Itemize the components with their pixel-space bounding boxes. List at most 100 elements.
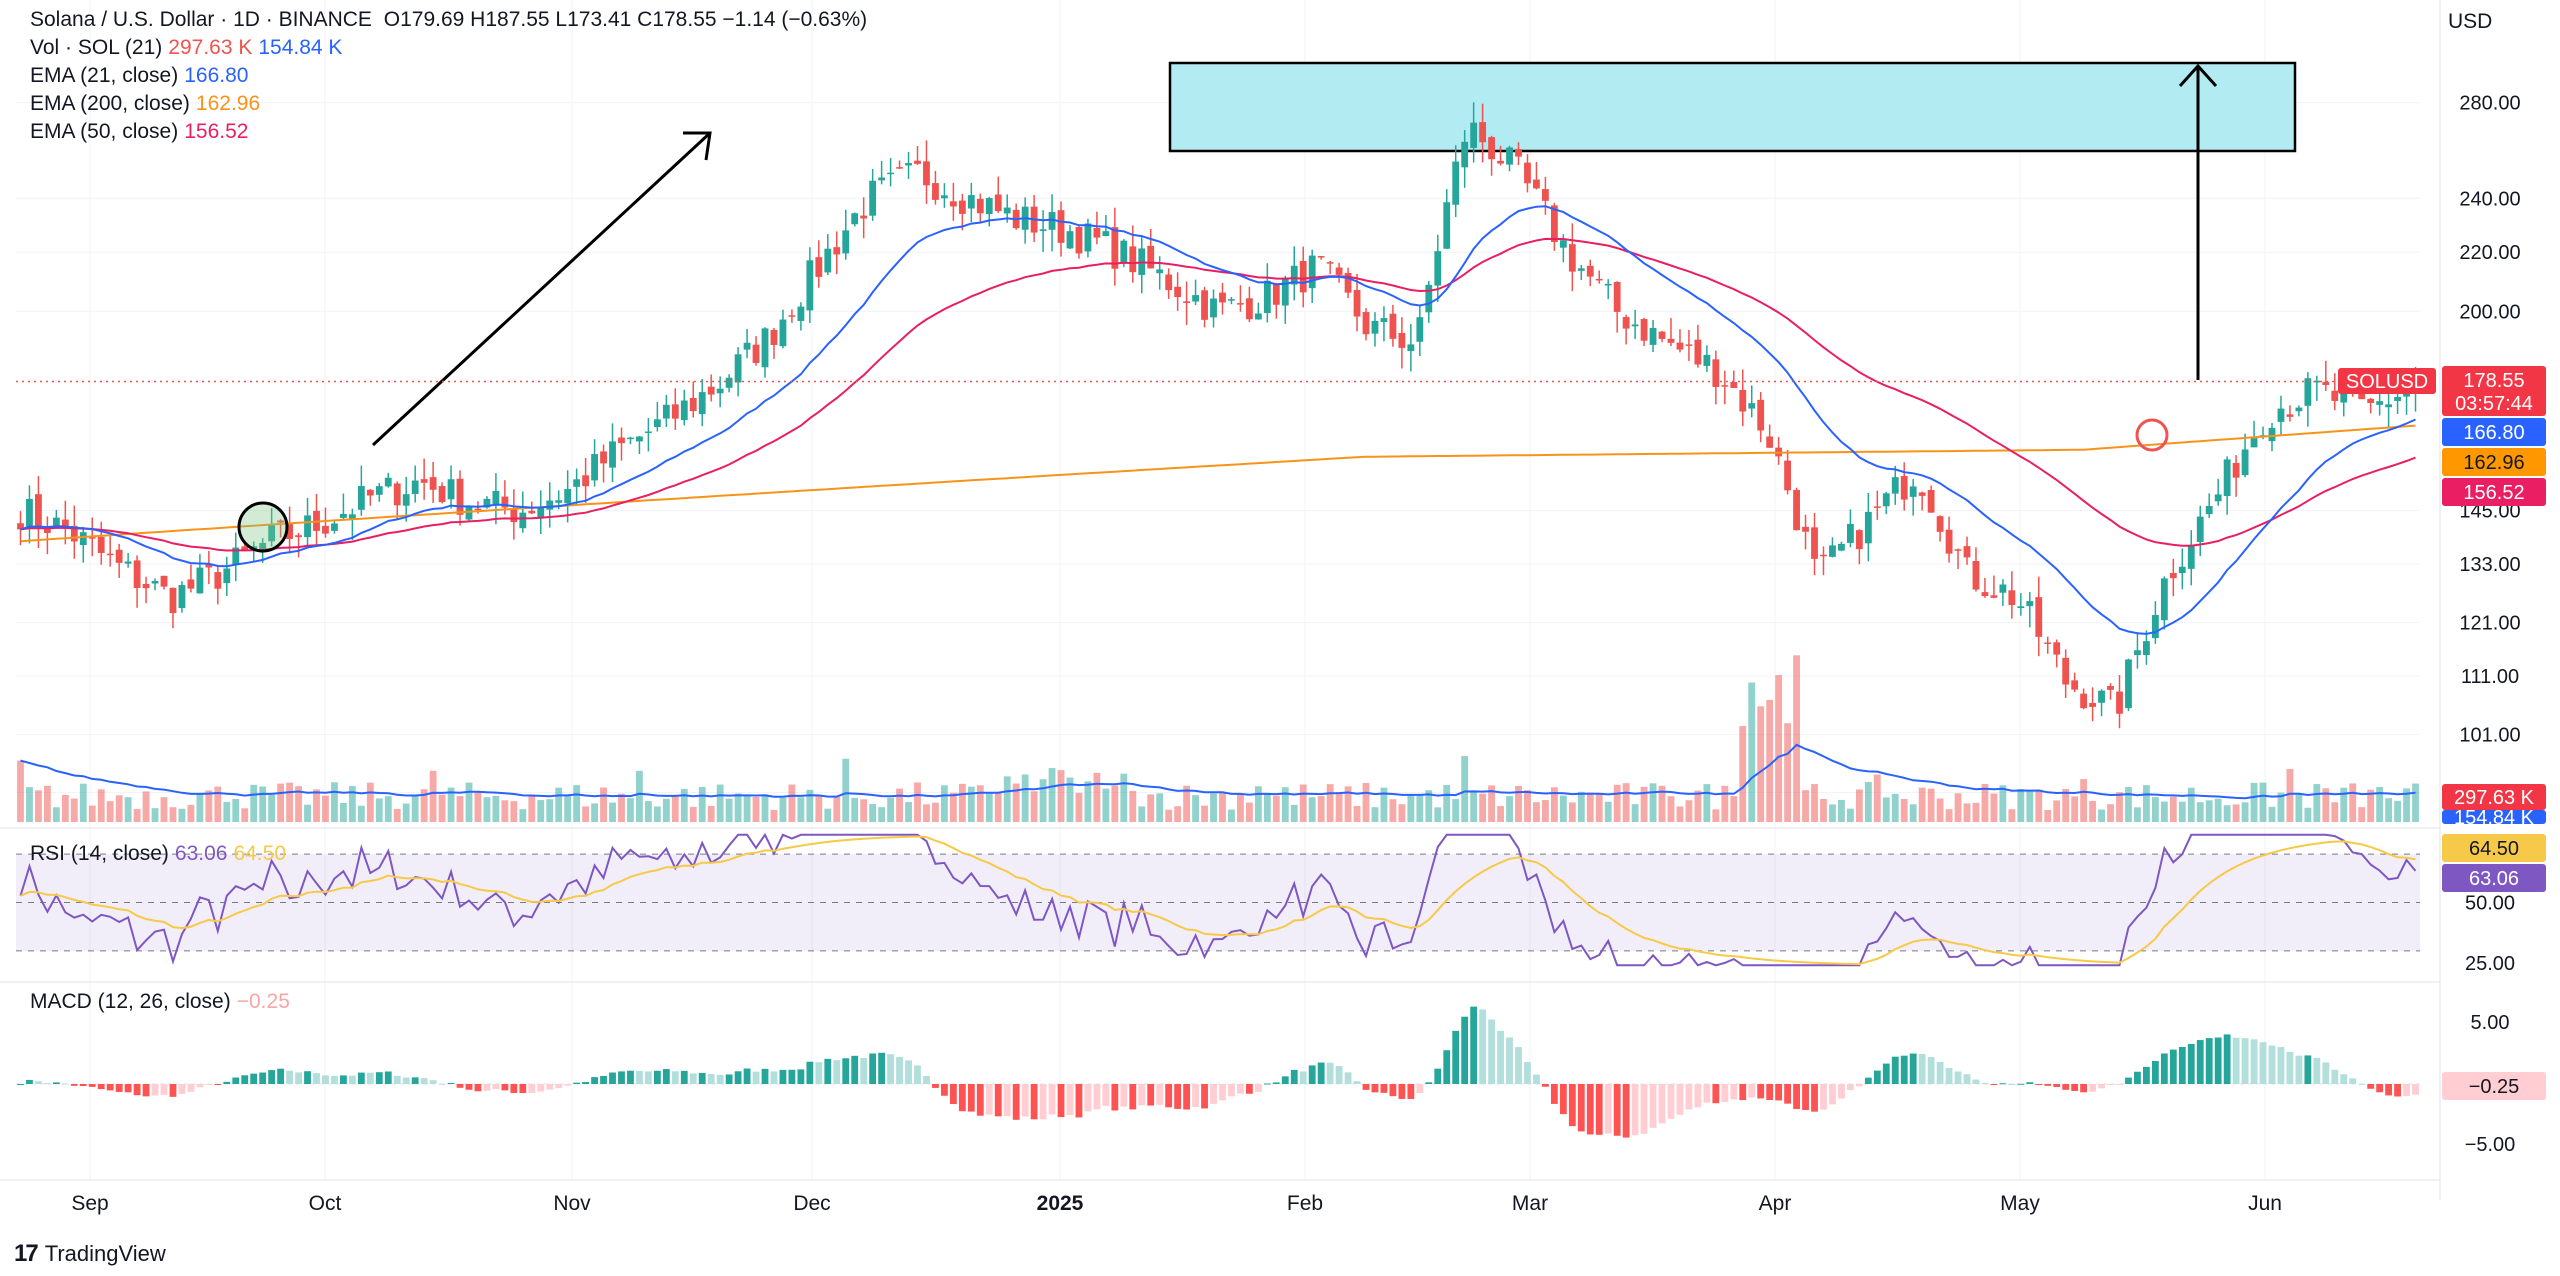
candle-body [1299,260,1307,293]
candle-body [1362,312,1370,335]
macd-histogram-bar [1201,1084,1208,1109]
volume-bar [1192,795,1199,822]
legend-row-1[interactable]: EMA (21, close) 166.80 [30,62,348,90]
volume-bar [2349,783,2357,822]
macd-histogram-bar [1820,1084,1827,1110]
candle-body [725,377,733,388]
volume-bar [1829,804,1836,822]
last-price-badge: 178.55 [2463,370,2524,392]
volume-bar [1622,783,1630,822]
macd-histogram-bar [1434,1068,1442,1084]
volume-bar [2134,807,2141,822]
macd-histogram-bar [1425,1082,1433,1084]
time-tick-label: Nov [553,1192,591,1215]
volume-bar [2008,809,2016,822]
macd-histogram-bar [1972,1079,1980,1084]
macd-histogram-bar [340,1075,347,1084]
macd-histogram-bar [79,1084,87,1087]
candle-body [573,479,581,487]
macd-histogram-bar [331,1075,338,1084]
volume-bar [949,792,957,822]
time-tick-label: Oct [309,1192,342,1215]
macd-histogram-bar [582,1081,590,1084]
candle-body [788,315,796,317]
macd-histogram-bar [1488,1019,1495,1084]
macd-histogram-bar [1945,1068,1953,1084]
candle-body [79,532,87,546]
candle-body [1882,493,1890,507]
macd-histogram-bar [896,1056,903,1084]
candle-body [994,194,1002,212]
candle-body [402,494,410,506]
macd-badge: −0.25 [2469,1076,2520,1098]
macd-pane [0,981,2440,1138]
candle-body [2026,601,2034,607]
macd-histogram-bar [1192,1084,1199,1107]
candle-body [1057,210,1065,243]
macd-histogram-bar [133,1084,141,1096]
candle-body [851,213,859,225]
volume-bar [232,798,240,822]
volume-bar [1075,792,1083,822]
pane-legend-label: MACD (12, 26, close) [30,990,231,1013]
symbol-title[interactable]: Solana / U.S. Dollar · 1D · BINANCE [30,8,372,31]
candle-body [2322,381,2330,386]
volume-bar [510,801,518,822]
candle-body [1542,189,1549,201]
volume-bar [465,782,473,822]
candle-body [662,404,670,419]
volume-bar [1945,809,1953,822]
tradingview-logo[interactable]: 17 TradingView [14,1240,166,1268]
macd-histogram-bar [1739,1084,1747,1101]
candle-body [2277,408,2285,422]
candle-body [1909,486,1917,497]
pane-legend-value: −0.25 [236,990,290,1013]
legend-row-2[interactable]: EMA (200, close) 162.96 [30,90,348,118]
macd-histogram-bar [1174,1084,1182,1109]
volume-bar [905,802,912,822]
candle-body [1272,284,1280,305]
candle-body [1730,382,1738,388]
volume-bar [1228,809,1235,822]
volume-bar [2107,804,2114,822]
candle-body [447,479,455,500]
candle-body [1129,246,1137,273]
volume-bar [1891,793,1899,822]
macd-histogram-bar [2349,1078,2357,1084]
volume-bar [770,809,778,822]
legend-row-3[interactable]: EMA (50, close) 156.52 [30,118,348,146]
volume-bar [1093,772,1101,822]
macd-histogram-bar [1326,1062,1334,1084]
volume-bar [97,789,105,822]
price-tick-label: 111.00 [2461,666,2519,688]
candle-body [1846,523,1854,543]
volume-bar [2187,787,2195,822]
price-candles[interactable] [17,102,2419,729]
macd-histogram-bar [501,1084,509,1091]
chart-canvas[interactable]: 280.00240.00220.00200.00145.00133.00121.… [0,0,2560,1276]
volume-bar [35,790,42,822]
rsi-ma-badge: 64.50 [2469,838,2519,860]
candle-body [636,436,643,442]
volume-bar [1963,803,1971,822]
candle-body [761,328,769,368]
candle-body [1712,359,1720,387]
candle-body [1093,227,1101,238]
candle-body [1308,255,1316,289]
time-tick-label: Apr [1759,1192,1792,1215]
macd-histogram-bar [2151,1061,2159,1084]
candle-body [582,475,590,487]
legend-row-0[interactable]: Vol · SOL (21) 297.63 K 154.84 K [30,34,348,62]
candle-body [2143,641,2150,656]
candle-body [716,388,724,394]
volume-bar [2196,802,2204,822]
candle-body [1757,399,1765,431]
volume-bar [609,802,616,822]
currency-label[interactable]: USD [2448,10,2492,34]
candle-body [833,247,841,255]
volume-bar [1685,800,1693,822]
pane-legend-value: 63.06 [174,842,228,865]
macd-histogram-bar [806,1061,814,1084]
volume-bar [214,786,222,822]
macd-histogram-bar [752,1071,760,1084]
